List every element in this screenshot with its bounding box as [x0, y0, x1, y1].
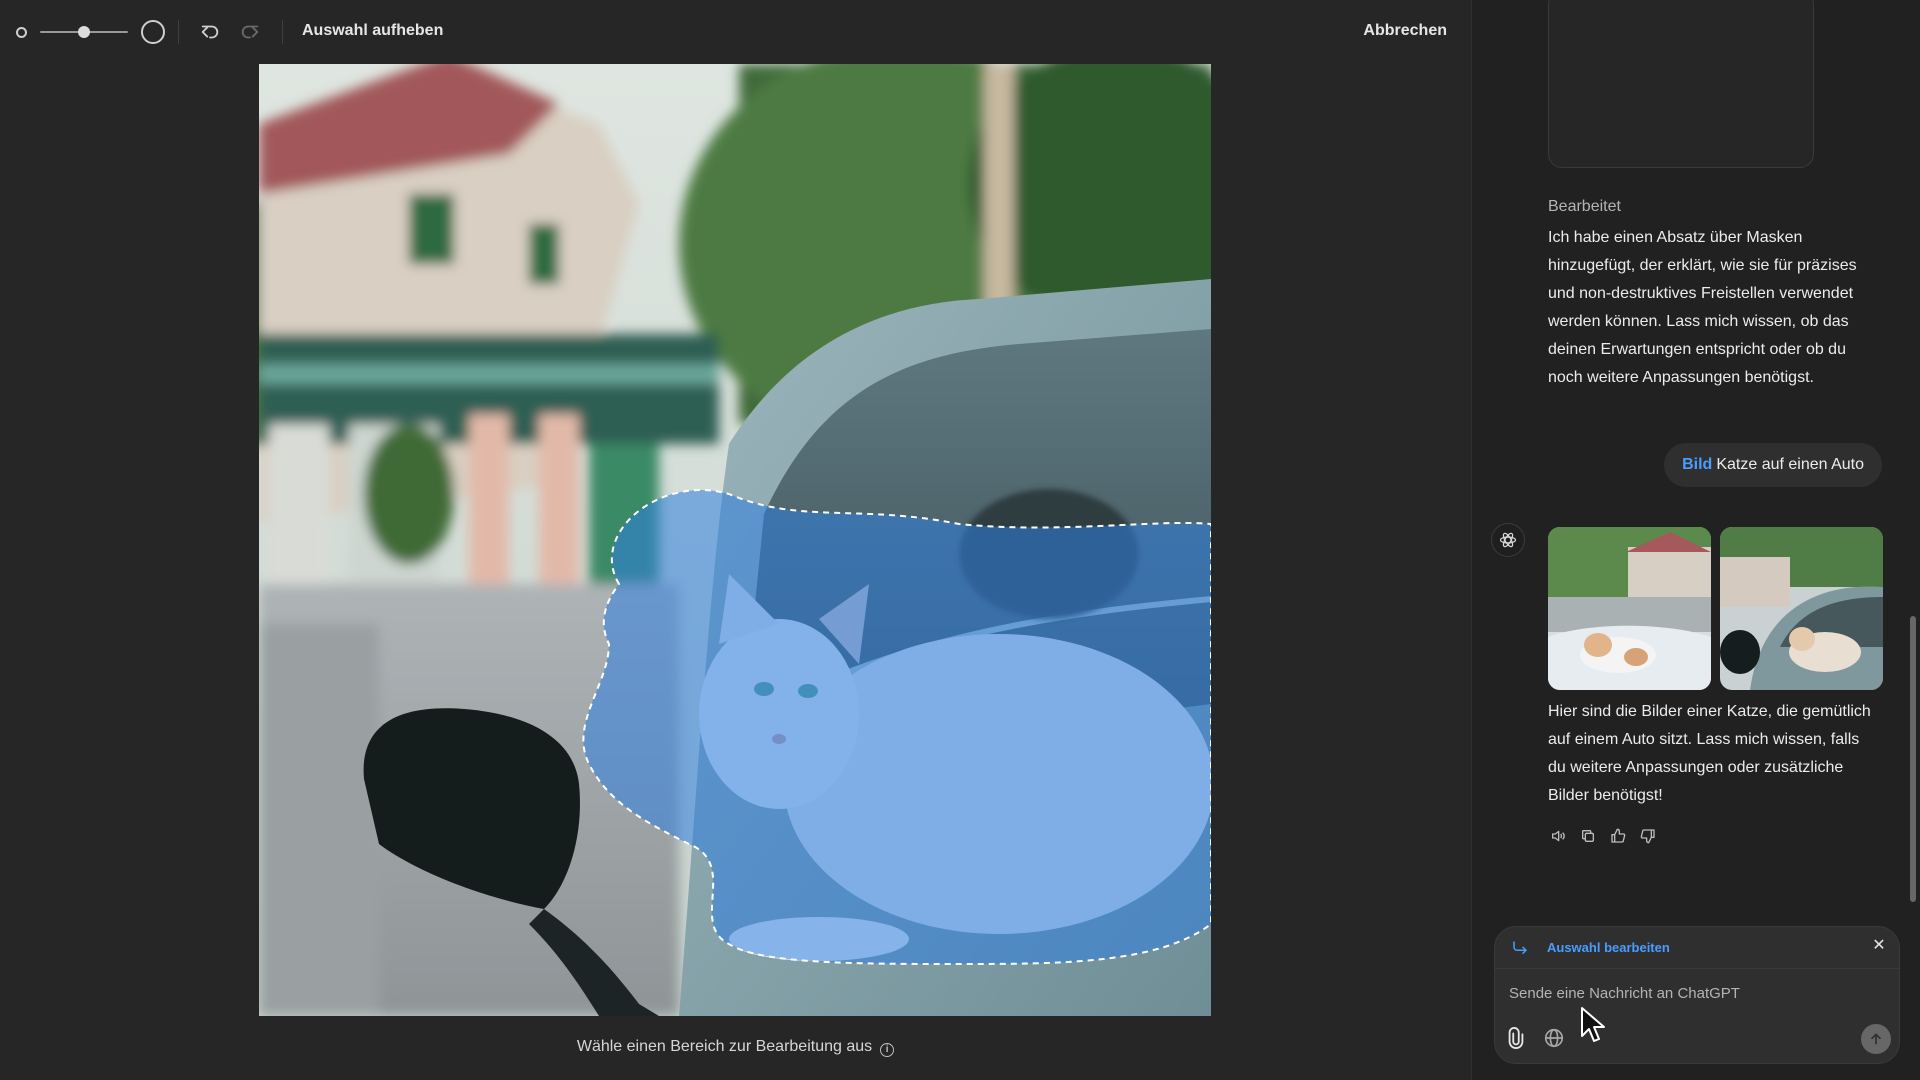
toolbar-divider — [178, 20, 179, 44]
selection-hint-text: Wähle einen Bereich zur Bearbeitung aus — [576, 1038, 873, 1055]
mouse-cursor-icon — [1581, 1007, 1605, 1042]
assistant-message: Ich habe einen Absatz über Masken hinzug… — [1548, 229, 1857, 386]
speaker-icon[interactable] — [1548, 826, 1568, 846]
brush-small-icon[interactable] — [16, 27, 27, 38]
chat-pane: Bearbeitet Ich habe einen Absatz über Ma… — [1471, 0, 1920, 1080]
generated-image-2[interactable] — [1720, 527, 1883, 690]
image-editor-pane: Auswahl aufheben Abbrechen Wähle einen B… — [0, 0, 1471, 1080]
cancel-button[interactable]: Abbrechen — [1363, 22, 1447, 40]
generated-image-1[interactable] — [1548, 527, 1711, 690]
globe-icon[interactable] — [1543, 1027, 1565, 1049]
previous-canvas-card[interactable] — [1548, 0, 1814, 168]
user-message-bubble: Bild Katze auf einen Auto — [1664, 443, 1882, 487]
edit-selection-banner: Auswahl bearbeiten ✕ — [1495, 927, 1899, 969]
selection-hint: Wähle einen Bereich zur Bearbeitung aus i — [0, 1038, 1471, 1057]
redo-icon[interactable] — [237, 19, 263, 45]
user-message-text: Katze auf einen Auto — [1716, 456, 1864, 473]
copy-icon[interactable] — [1578, 826, 1598, 846]
editor-toolbar: Auswahl aufheben Abbrechen — [0, 0, 1471, 64]
brush-large-icon[interactable] — [141, 20, 165, 44]
message-composer: Auswahl bearbeiten ✕ — [1494, 926, 1900, 1064]
send-button[interactable] — [1861, 1024, 1891, 1054]
message-actions — [1548, 826, 1658, 846]
paperclip-icon[interactable] — [1505, 1027, 1527, 1049]
chatgpt-avatar-icon — [1491, 523, 1525, 557]
edited-label: Bearbeitet — [1548, 198, 1621, 215]
arrow-up-icon — [1871, 1033, 1881, 1045]
cat-on-car-image[interactable] — [259, 64, 1211, 1016]
deselect-button[interactable]: Auswahl aufheben — [302, 22, 443, 40]
assistant-message: Hier sind die Bilder einer Katze, die ge… — [1548, 703, 1871, 804]
toolbar-divider — [282, 20, 283, 44]
image-canvas[interactable] — [259, 64, 1211, 1016]
close-icon[interactable]: ✕ — [1869, 936, 1889, 956]
brush-size-slider-handle[interactable] — [78, 26, 90, 38]
edit-selection-label: Auswahl bearbeiten — [1547, 940, 1670, 955]
thumbs-down-icon[interactable] — [1638, 826, 1658, 846]
chat-scrollbar-thumb[interactable] — [1910, 616, 1916, 902]
info-icon[interactable]: i — [880, 1043, 895, 1057]
thumbs-up-icon[interactable] — [1608, 826, 1628, 846]
reply-arrow-icon — [1511, 939, 1529, 962]
message-input[interactable] — [1509, 985, 1879, 1002]
image-tag: Bild — [1682, 456, 1713, 473]
undo-icon[interactable] — [197, 19, 223, 45]
